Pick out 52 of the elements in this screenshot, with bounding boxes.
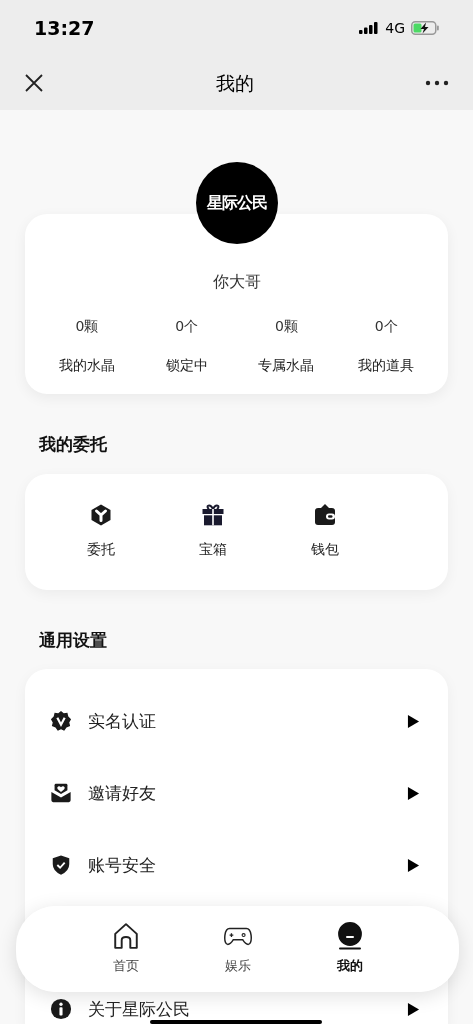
stat-label: 我的水晶 <box>58 356 115 375</box>
close-icon[interactable] <box>24 73 44 93</box>
shield-check-icon <box>50 854 72 876</box>
stat-value: 0个 <box>175 317 199 336</box>
stat-value: 0个 <box>374 317 398 336</box>
stat-item[interactable]: 0个 锁定中 <box>136 316 237 376</box>
network-label: 4G <box>385 18 405 38</box>
play-arrow-icon <box>407 713 420 729</box>
row-label: 实名认证 <box>88 711 156 731</box>
page-title: 我的 <box>215 70 254 96</box>
signal-icon <box>359 22 380 34</box>
gift-icon <box>200 503 225 527</box>
stat-value: 0颗 <box>75 317 99 336</box>
verified-badge-icon <box>50 710 72 732</box>
row-label: 关于星际公民 <box>88 999 190 1019</box>
tab-item[interactable]: 娱乐 <box>206 922 269 976</box>
more-icon[interactable] <box>425 80 449 86</box>
stat-item[interactable]: 0颗 专属水晶 <box>236 316 337 376</box>
item-label: 钱包 <box>310 540 339 559</box>
info-icon <box>50 998 72 1020</box>
stat-item[interactable]: 0个 我的道具 <box>336 316 436 376</box>
play-arrow-icon <box>407 857 420 873</box>
stat-value: 0颗 <box>274 317 298 336</box>
section-title: 我的委托 <box>39 433 108 456</box>
stat-label: 锁定中 <box>165 356 208 375</box>
commission-item[interactable]: 钱包 <box>268 473 381 590</box>
item-label: 委托 <box>86 540 115 559</box>
row-label: 邀请好友 <box>88 783 156 803</box>
logo-text: 星际公民 <box>206 192 267 214</box>
tab-item[interactable]: 我的 <box>318 922 381 976</box>
user-name: 你大哥 <box>212 271 261 293</box>
person-circle-icon <box>335 922 364 951</box>
stat-label: 专属水晶 <box>258 356 315 375</box>
mail-heart-icon <box>50 782 72 804</box>
commission-item[interactable]: 宝箱 <box>156 473 269 590</box>
section-title: 通用设置 <box>39 628 108 652</box>
status-time: 13:27 <box>34 15 95 41</box>
play-arrow-icon <box>407 1001 420 1017</box>
play-arrow-icon <box>407 785 420 801</box>
item-label: 宝箱 <box>198 540 227 559</box>
settings-row[interactable]: 账号安全 <box>25 851 448 879</box>
tab-item[interactable]: 首页 <box>94 922 157 976</box>
commission-item[interactable]: 委托 <box>45 473 157 590</box>
battery-charging-icon <box>411 21 439 35</box>
stat-label: 我的道具 <box>358 356 415 375</box>
settings-row[interactable]: 邀请好友 <box>25 779 448 807</box>
stat-item[interactable]: 0颗 我的水晶 <box>37 316 137 376</box>
settings-row[interactable]: 关于星际公民 <box>25 995 448 1023</box>
wallet-icon <box>312 503 337 527</box>
row-label: 账号安全 <box>88 855 156 875</box>
home-icon <box>111 922 140 951</box>
settings-row[interactable]: 实名认证 <box>25 707 448 735</box>
